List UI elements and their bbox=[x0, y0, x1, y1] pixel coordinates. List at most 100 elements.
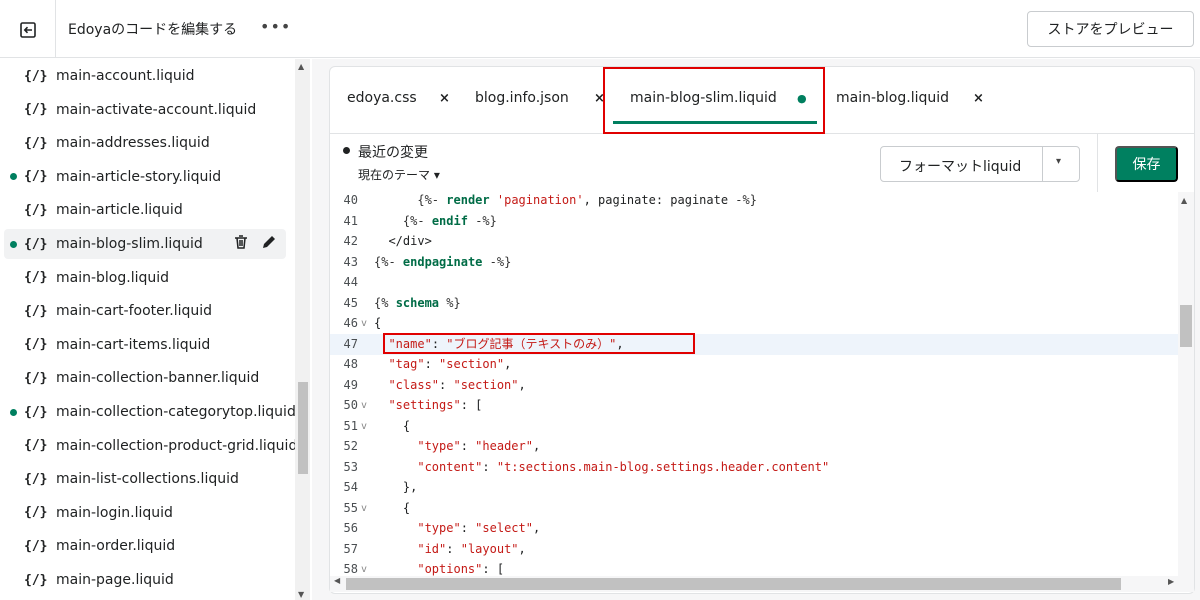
fold-chevron-icon[interactable]: v bbox=[361, 416, 367, 437]
divider bbox=[55, 0, 56, 58]
sidebar-file-item[interactable]: {/} main-cart-footer.liquid bbox=[4, 296, 286, 326]
code-line[interactable]: 51 v { bbox=[330, 416, 1178, 437]
sidebar-file-item[interactable]: {/} main-article.liquid bbox=[4, 195, 286, 225]
code-line[interactable]: 40 {%- render 'pagination', paginate: pa… bbox=[330, 192, 1178, 211]
fold-chevron-icon[interactable]: v bbox=[361, 313, 367, 334]
sidebar-file-item[interactable]: {/} main-account.liquid bbox=[4, 61, 286, 91]
sidebar-file-item[interactable]: {/} main-article-story.liquid bbox=[4, 162, 286, 192]
sidebar-file-name: main-collection-product-grid.liquid bbox=[56, 437, 295, 454]
theme-version-select[interactable]: 現在のテーマ ▾ bbox=[358, 166, 440, 183]
more-actions-icon[interactable]: ••• bbox=[260, 17, 291, 36]
code-line[interactable]: 49 "class": "section", bbox=[330, 375, 1178, 396]
liquid-file-icon: {/} bbox=[24, 270, 48, 286]
liquid-file-icon: {/} bbox=[24, 572, 48, 588]
preview-store-button[interactable]: ストアをプレビュー bbox=[1027, 11, 1194, 47]
code-line[interactable]: 41 {%- endif -%} bbox=[330, 211, 1178, 232]
line-number: 40 bbox=[343, 193, 358, 207]
sidebar-file-item[interactable]: {/} main-collection-product-grid.liquid bbox=[4, 431, 295, 461]
scroll-right-icon[interactable]: ▶ bbox=[1168, 577, 1174, 586]
line-number: 45 bbox=[343, 295, 358, 310]
exit-icon[interactable] bbox=[18, 20, 38, 40]
line-number: 55 bbox=[343, 500, 358, 515]
fold-chevron-icon[interactable]: v bbox=[361, 395, 367, 416]
code-line[interactable]: 52 "type": "header", bbox=[330, 436, 1178, 457]
line-number: 47 bbox=[343, 336, 358, 351]
code-line[interactable]: 44 bbox=[330, 272, 1178, 293]
liquid-file-icon: {/} bbox=[24, 337, 48, 353]
sidebar-file-item[interactable]: {/} main-collection-categorytop.liquid bbox=[4, 397, 295, 427]
liquid-file-icon: {/} bbox=[24, 404, 48, 420]
scroll-left-icon[interactable]: ◀ bbox=[334, 576, 340, 585]
line-number: 52 bbox=[343, 439, 358, 453]
line-number: 49 bbox=[343, 377, 358, 392]
line-number: 41 bbox=[343, 213, 358, 228]
close-tab-icon[interactable]: × bbox=[973, 91, 984, 106]
scroll-down-icon[interactable]: ▼ bbox=[298, 590, 304, 599]
code-text: </div> bbox=[374, 234, 432, 248]
code-text: { bbox=[374, 418, 411, 433]
code-line[interactable]: 54 }, bbox=[330, 477, 1178, 498]
code-line[interactable]: 50 v "settings": [ bbox=[330, 395, 1178, 416]
trash-icon[interactable] bbox=[233, 234, 249, 254]
liquid-file-icon: {/} bbox=[24, 303, 48, 319]
fold-chevron-icon[interactable]: v bbox=[361, 559, 367, 576]
sidebar-file-item[interactable]: {/} main-blog.liquid bbox=[4, 263, 286, 293]
code-line[interactable]: 43 {%- endpaginate -%} bbox=[330, 252, 1178, 273]
pencil-icon[interactable] bbox=[261, 234, 277, 254]
code-line[interactable]: 48 "tag": "section", bbox=[330, 354, 1178, 375]
modified-dot-icon bbox=[10, 173, 17, 181]
fold-chevron-icon[interactable]: v bbox=[361, 498, 367, 519]
liquid-file-icon: {/} bbox=[24, 438, 48, 454]
sidebar-file-item[interactable]: {/} main-activate-account.liquid bbox=[4, 95, 286, 125]
code-editor[interactable]: 40 {%- render 'pagination', paginate: pa… bbox=[330, 192, 1178, 576]
tab-edoya-css[interactable]: edoya.css bbox=[347, 90, 417, 106]
line-number: 57 bbox=[343, 541, 358, 556]
code-text: {%- endpaginate -%} bbox=[374, 254, 512, 269]
code-line[interactable]: 42 </div> bbox=[330, 231, 1178, 252]
sidebar-scrollbar-thumb[interactable] bbox=[298, 382, 308, 474]
code-line[interactable]: 55 v { bbox=[330, 498, 1178, 519]
code-text: {%- endif -%} bbox=[402, 213, 497, 228]
code-line[interactable]: 45 {% schema %} bbox=[330, 293, 1178, 314]
page-title: Edoyaのコードを編集する bbox=[68, 22, 238, 38]
sidebar-file-item[interactable]: {/} main-collection-banner.liquid bbox=[4, 363, 286, 393]
code-text: }, bbox=[374, 480, 418, 494]
code-line[interactable]: 57 "id": "layout", bbox=[330, 539, 1178, 560]
modified-dot-icon bbox=[10, 408, 17, 416]
tab-blog-info-json[interactable]: blog.info.json bbox=[475, 90, 569, 106]
code-line[interactable]: 46 v { bbox=[330, 313, 1178, 334]
liquid-file-icon: {/} bbox=[24, 202, 48, 218]
code-horizontal-scrollbar-thumb[interactable] bbox=[346, 578, 1121, 590]
sidebar-file-item[interactable]: {/} main-addresses.liquid bbox=[4, 128, 286, 158]
sidebar-file-name: main-account.liquid bbox=[56, 68, 195, 84]
save-button[interactable]: 保存 bbox=[1115, 146, 1178, 182]
tab-main-blog[interactable]: main-blog.liquid bbox=[836, 90, 949, 106]
liquid-file-icon: {/} bbox=[24, 135, 48, 151]
sidebar-scrollbar[interactable] bbox=[295, 59, 310, 600]
chevron-down-icon[interactable]: ▾ bbox=[1056, 156, 1061, 167]
scroll-up-icon[interactable]: ▲ bbox=[298, 62, 304, 71]
sidebar-file-item[interactable]: {/} main-login.liquid bbox=[4, 498, 286, 528]
sidebar-file-name: main-page.liquid bbox=[56, 572, 174, 588]
sidebar-file-item[interactable]: {/} main-blog-slim.liquid bbox=[4, 229, 286, 259]
close-tab-icon[interactable]: × bbox=[439, 91, 450, 106]
code-line[interactable]: 53 "content": "t:sections.main-blog.sett… bbox=[330, 457, 1178, 478]
code-vertical-scrollbar-thumb[interactable] bbox=[1180, 305, 1192, 347]
line-number: 50 bbox=[343, 398, 358, 412]
line-number: 58 bbox=[343, 562, 358, 576]
liquid-file-icon: {/} bbox=[24, 169, 48, 185]
code-text: "content": "t:sections.main-blog.setting… bbox=[417, 459, 830, 474]
file-list-sidebar: {/} main-account.liquid {/} main-activate-a… bbox=[0, 59, 295, 600]
scroll-up-icon[interactable]: ▲ bbox=[1181, 196, 1187, 205]
sidebar-file-name: main-activate-account.liquid bbox=[56, 101, 257, 118]
liquid-file-icon: {/} bbox=[24, 370, 48, 386]
sidebar-file-item[interactable]: {/} main-page.liquid bbox=[4, 565, 286, 595]
sidebar-file-item[interactable]: {/} main-cart-items.liquid bbox=[4, 330, 286, 360]
sidebar-file-item[interactable]: {/} main-list-collections.liquid bbox=[4, 464, 286, 494]
sidebar-file-item[interactable]: {/} main-order.liquid bbox=[4, 531, 286, 561]
line-number: 43 bbox=[343, 254, 358, 269]
code-line[interactable]: 58 v "options": [ bbox=[330, 559, 1178, 576]
format-liquid-button[interactable]: フォーマットliquid ▾ bbox=[880, 146, 1080, 182]
code-vertical-scrollbar[interactable] bbox=[1178, 192, 1194, 576]
code-line[interactable]: 56 "type": "select", bbox=[330, 518, 1178, 539]
